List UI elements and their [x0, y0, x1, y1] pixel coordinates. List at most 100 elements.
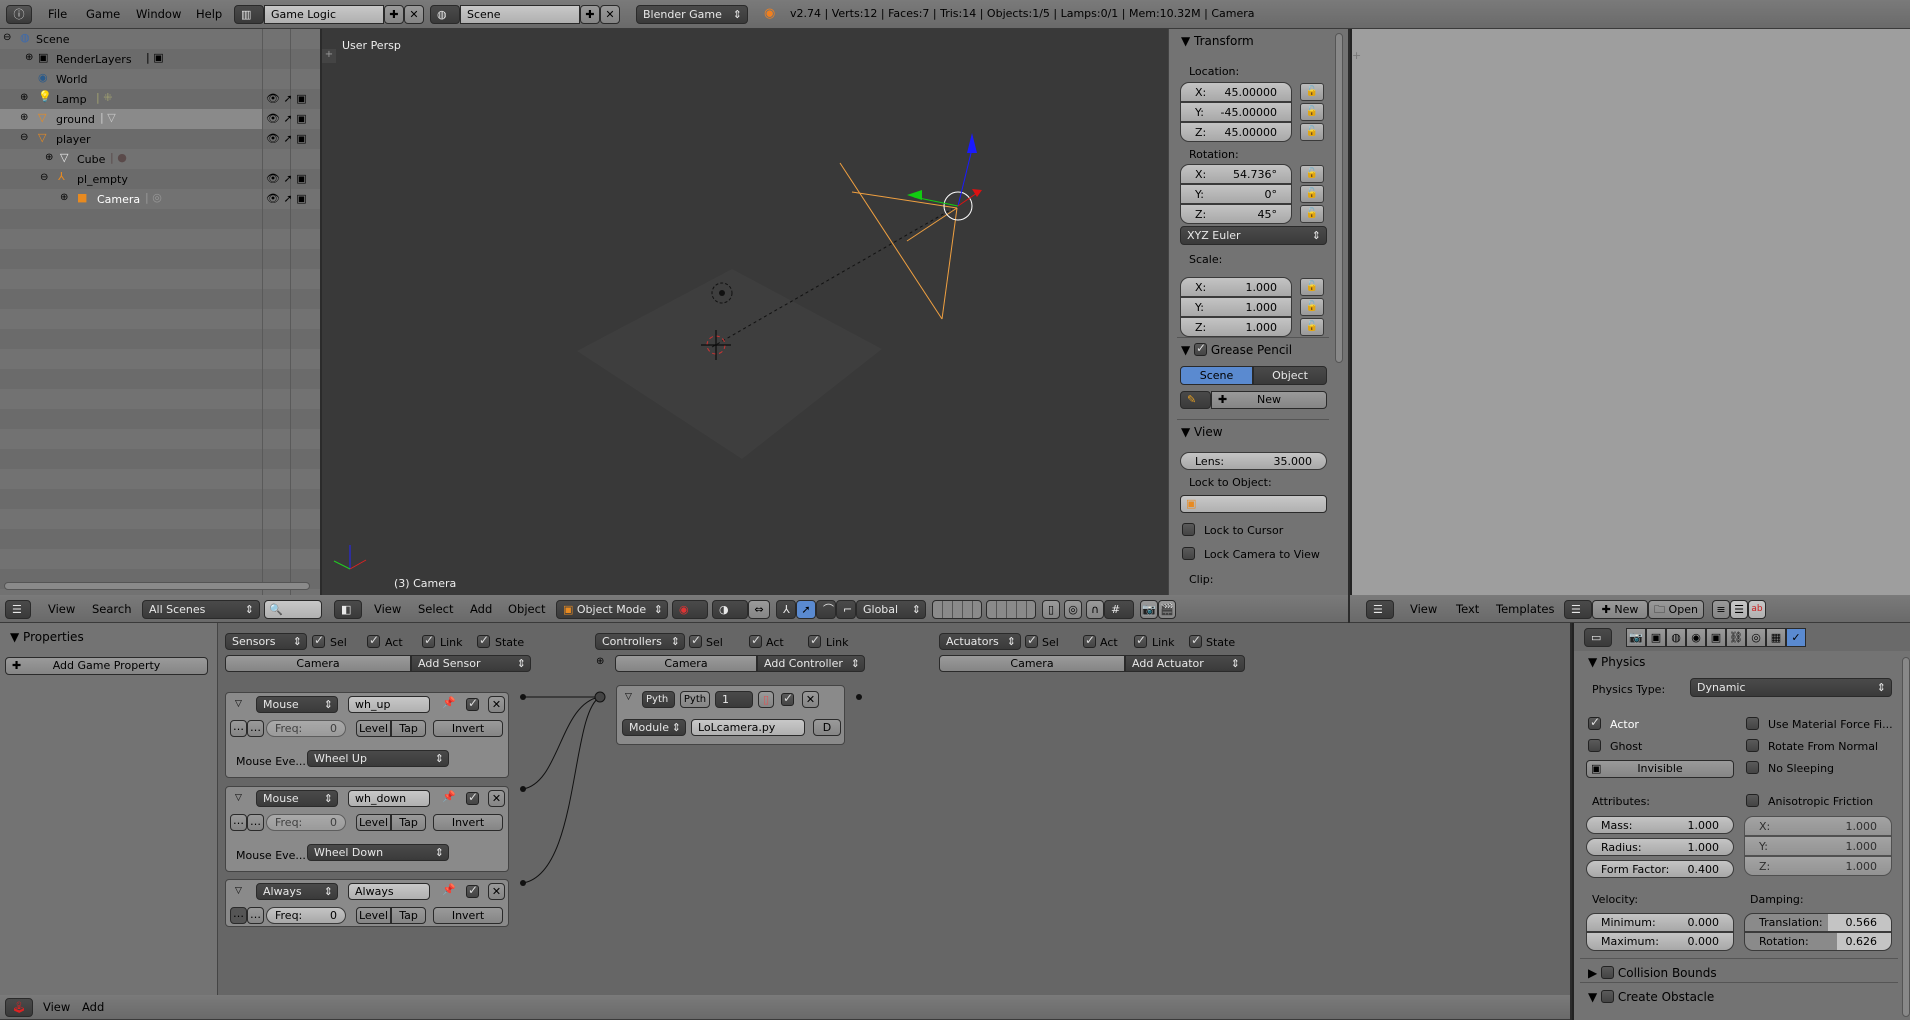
false-level-toggle[interactable]: …	[247, 720, 264, 737]
sensor-type-select[interactable]: Mouse ⇕	[256, 790, 338, 807]
lock-icon[interactable]: 🔓	[1300, 318, 1324, 336]
text-new-button[interactable]: ✚ New	[1592, 600, 1648, 619]
pin-icon[interactable]: 📌	[442, 883, 456, 896]
orientation-select[interactable]: Global ⇕	[856, 600, 926, 619]
lock-icon[interactable]: 🔓	[1300, 165, 1324, 183]
text-editor-corner-plus[interactable]: +	[1352, 49, 1364, 62]
lock-icon[interactable]: 🔓	[1300, 83, 1324, 101]
constraints-tab-icon[interactable]: ⛓	[1726, 628, 1746, 647]
render-tab-icon[interactable]: 📷	[1626, 628, 1646, 647]
false-level-toggle[interactable]: …	[247, 814, 264, 831]
snap-element-select[interactable]: #	[1104, 600, 1134, 619]
outliner-menu-search[interactable]: Search	[92, 595, 132, 623]
create-obstacle-checkbox[interactable]	[1601, 990, 1615, 1003]
viewport-menu-add[interactable]: Add	[470, 595, 492, 623]
grease-pencil-checkbox[interactable]	[1194, 341, 1208, 356]
rotation-z-field[interactable]: Z: 45°	[1180, 204, 1292, 224]
form-factor-field[interactable]: Form Factor: 0.400	[1586, 860, 1734, 878]
viewport-menu-object[interactable]: Object	[508, 595, 545, 623]
add-screen-button[interactable]: ✚	[384, 5, 404, 24]
world-tab-icon[interactable]: ◉	[1686, 628, 1706, 647]
actor-checkbox[interactable]	[1588, 715, 1601, 730]
cursor-icon[interactable]: ➚	[283, 192, 292, 205]
editor-type-outliner-button[interactable]: ☰	[5, 600, 31, 619]
no-sleeping-checkbox[interactable]	[1746, 761, 1759, 774]
editor-type-info-button[interactable]: ⓘ	[6, 5, 32, 24]
sensor-active-checkbox[interactable]	[466, 790, 479, 805]
outliner-row-ground[interactable]: ⊕ ▽ ground | ▽	[0, 109, 262, 129]
text-datablock-select[interactable]: ☰	[1564, 600, 1592, 619]
properties-scrollbar[interactable]	[1902, 657, 1910, 1017]
invert-toggle[interactable]: Invert	[433, 814, 503, 831]
collapse-icon[interactable]: ▽	[235, 793, 242, 803]
rotation-mode-select[interactable]: XYZ Euler ⇕	[1180, 226, 1327, 245]
pivot-select[interactable]: ◑	[712, 600, 748, 619]
layers-group-2[interactable]	[986, 600, 1036, 619]
grease-pencil-object-tab[interactable]: Object	[1253, 366, 1327, 385]
render-icon[interactable]: ▣	[296, 132, 306, 145]
scale-z-field[interactable]: Z: 1.000	[1180, 317, 1292, 337]
pencil-icon[interactable]: ✎	[1180, 391, 1211, 409]
rotation-x-field[interactable]: X: 54.736°	[1180, 164, 1292, 184]
editor-type-3dview-button[interactable]: ◧	[334, 600, 362, 619]
lens-field[interactable]: Lens: 35.000	[1180, 452, 1327, 470]
grease-pencil-scene-tab[interactable]: Scene	[1180, 366, 1253, 385]
outliner-row-world[interactable]: ◉ World	[0, 69, 320, 89]
layers-group-1[interactable]	[932, 600, 982, 619]
use-material-force-checkbox[interactable]	[1746, 717, 1759, 730]
logic-menu-view[interactable]: View	[43, 995, 70, 1020]
sensor-delete-button[interactable]: ✕	[488, 790, 505, 807]
anisotropic-friction-checkbox[interactable]	[1746, 794, 1759, 807]
velocity-min-field[interactable]: Minimum: 0.000	[1586, 913, 1734, 932]
true-level-toggle[interactable]: …	[230, 814, 247, 831]
lock-icon[interactable]: 🔓	[1300, 298, 1324, 316]
true-level-toggle[interactable]: …	[230, 720, 247, 737]
radius-field[interactable]: Radius: 1.000	[1586, 838, 1734, 856]
viewport-menu-select[interactable]: Select	[418, 595, 453, 623]
false-level-toggle[interactable]: …	[247, 907, 264, 924]
scene-tab-icon[interactable]: ◍	[1666, 628, 1686, 647]
snap-icon[interactable]: ∩	[1086, 600, 1104, 619]
lock-to-cursor-checkbox[interactable]	[1182, 523, 1195, 536]
menu-game[interactable]: Game	[86, 0, 120, 28]
outliner-row-renderlayers[interactable]: ⊕ ▣ RenderLayers | ▣	[0, 49, 320, 69]
outliner-scrollbar[interactable]	[4, 582, 310, 590]
level-toggle[interactable]: Level	[356, 720, 391, 737]
text-menu-view[interactable]: View	[1410, 595, 1437, 623]
translate-manipulator[interactable]: ⅄	[776, 600, 796, 619]
text-open-button[interactable]: 🗀 Open	[1648, 600, 1704, 619]
collision-bounds-panel[interactable]: ▶ Collision Bounds	[1588, 964, 1717, 980]
render-icon[interactable]: ▣	[296, 172, 306, 185]
add-scene-button[interactable]: ✚	[580, 5, 600, 24]
screen-layout-field[interactable]: Game Logic	[264, 5, 384, 24]
lock-icon[interactable]: 🔓	[1300, 123, 1324, 141]
manipulator-toggle[interactable]: ⇔	[748, 600, 770, 619]
aniso-y-field[interactable]: Y: 1.000	[1744, 836, 1892, 856]
lock-icon[interactable]: 🔓	[1300, 103, 1324, 121]
lock-icon[interactable]: 🔓	[1300, 205, 1324, 223]
npanel-scrollbar[interactable]	[1335, 33, 1343, 363]
sensor-name-field[interactable]: wh_up	[348, 696, 430, 713]
sensor-active-checkbox[interactable]	[466, 883, 479, 898]
text-menu-text[interactable]: Text	[1456, 595, 1479, 623]
outliner-display-mode-select[interactable]: All Scenes ⇕	[142, 600, 260, 619]
sensor-delete-button[interactable]: ✕	[488, 883, 505, 900]
text-editor[interactable]: +	[1350, 29, 1910, 595]
invisible-toggle[interactable]: ▣ Invisible	[1586, 760, 1734, 778]
invert-toggle[interactable]: Invert	[433, 907, 503, 924]
tap-toggle[interactable]: Tap	[391, 907, 426, 924]
object-data-tab-icon[interactable]: ◎	[1746, 628, 1766, 647]
location-y-field[interactable]: Y: -45.00000	[1180, 102, 1292, 122]
screen-layout-icon[interactable]: ▥	[234, 5, 264, 24]
damping-translation-slider[interactable]: Translation: 0.566	[1744, 913, 1892, 932]
eye-icon[interactable]: 👁	[266, 172, 280, 185]
collision-bounds-checkbox[interactable]	[1601, 966, 1615, 979]
rotate-from-normal-checkbox[interactable]	[1746, 739, 1759, 752]
lock-camera-checkbox[interactable]	[1182, 547, 1195, 560]
eye-icon[interactable]: 👁	[266, 132, 280, 145]
render-animation-icon[interactable]: 🎬	[1158, 600, 1176, 619]
lock-layers-icon[interactable]: ▯	[1042, 600, 1060, 619]
move-manipulator[interactable]: ➚	[796, 600, 816, 619]
collapse-icon[interactable]: ▽	[235, 699, 242, 709]
tap-toggle[interactable]: Tap	[391, 814, 426, 831]
